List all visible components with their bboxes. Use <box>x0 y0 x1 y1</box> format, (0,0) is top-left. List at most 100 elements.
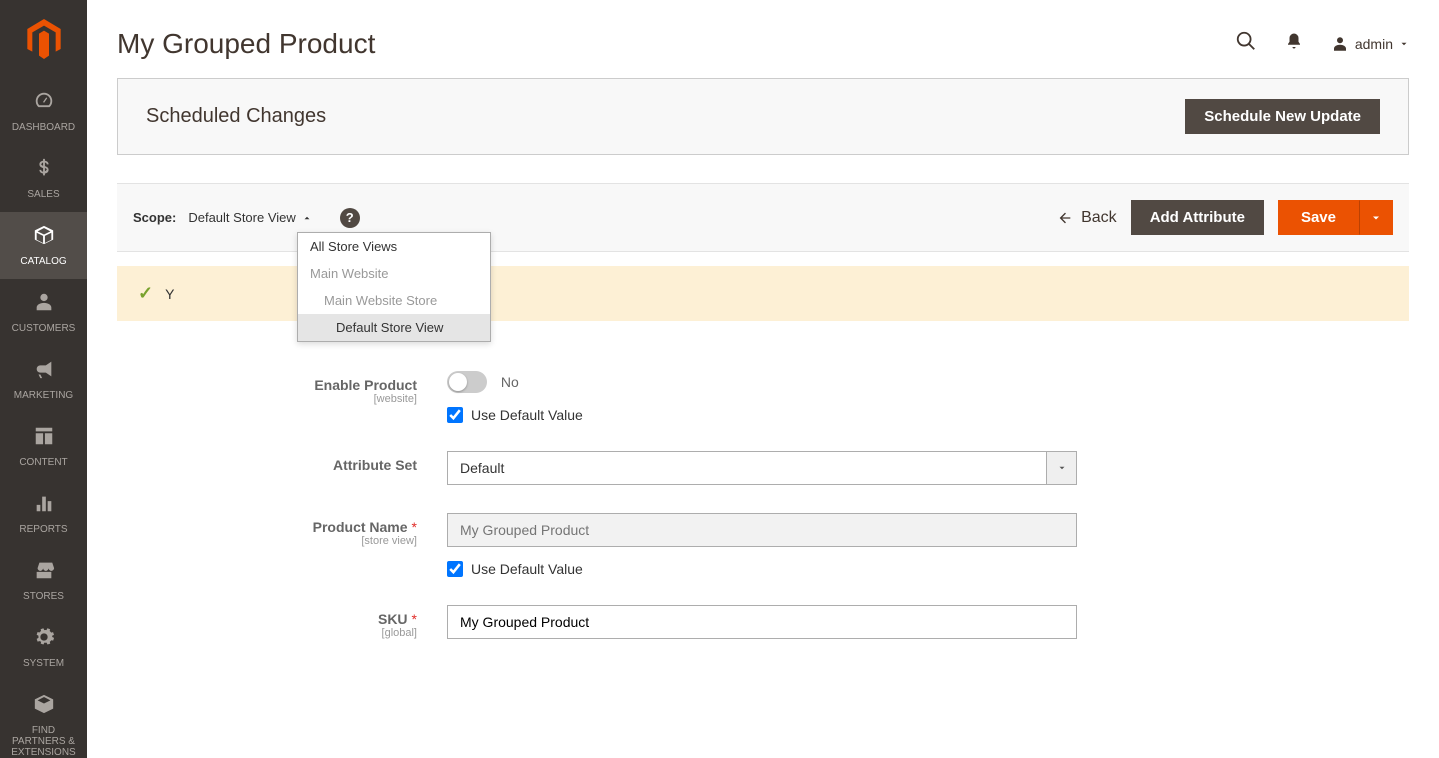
notifications-button[interactable] <box>1285 32 1303 56</box>
sidebar-item-system[interactable]: SYSTEM <box>0 614 87 681</box>
chevron-up-icon <box>302 213 312 223</box>
scope-option-all[interactable]: All Store Views <box>298 233 490 260</box>
use-default-row: Use Default Value <box>447 407 1077 423</box>
field-scope: [store view] <box>117 535 417 547</box>
dashboard-icon <box>33 90 55 118</box>
search-icon <box>1235 30 1257 52</box>
field-enable-product: Enable Product [website] No Use Default … <box>117 371 1217 423</box>
sidebar-item-marketing[interactable]: MARKETING <box>0 346 87 413</box>
back-label: Back <box>1081 209 1117 227</box>
stores-icon <box>33 559 55 587</box>
control-wrap: Use Default Value <box>447 513 1077 577</box>
use-default-row: Use Default Value <box>447 561 1077 577</box>
banner-text: Y <box>165 286 174 302</box>
scope-dropdown: All Store Views Main Website Main Websit… <box>297 232 491 342</box>
control-wrap <box>447 605 1077 639</box>
scope-selector[interactable]: Default Store View <box>188 210 311 225</box>
partners-icon <box>33 693 55 721</box>
field-label: Enable Product <box>314 377 417 393</box>
sidebar-label: CUSTOMERS <box>12 323 76 334</box>
sidebar-label: DASHBOARD <box>12 122 75 133</box>
sidebar-item-catalog[interactable]: CATALOG <box>0 212 87 279</box>
attribute-set-select[interactable]: Default <box>447 451 1077 485</box>
scheduled-title: Scheduled Changes <box>146 105 326 128</box>
scope-option-store[interactable]: Main Website Store <box>298 287 490 314</box>
add-attribute-button[interactable]: Add Attribute <box>1131 200 1264 235</box>
save-button-group: Save <box>1278 200 1393 235</box>
chevron-down-icon <box>1399 39 1409 49</box>
bell-icon <box>1285 32 1303 50</box>
megaphone-icon <box>33 358 55 386</box>
use-default-checkbox-enable[interactable] <box>447 407 463 423</box>
action-buttons: Back Add Attribute Save <box>1057 200 1409 235</box>
user-icon <box>1331 35 1349 53</box>
admin-sidebar: DASHBOARD SALES CATALOG CUSTOMERS MARKET… <box>0 0 87 758</box>
scope-option-website[interactable]: Main Website <box>298 260 490 287</box>
chevron-down-icon <box>1370 212 1382 224</box>
scheduled-changes-panel: Scheduled Changes Schedule New Update <box>117 78 1409 155</box>
label-wrap: SKU* [global] <box>117 605 447 639</box>
field-label: Product Name <box>313 519 408 535</box>
dollar-icon <box>33 157 55 185</box>
back-link[interactable]: Back <box>1057 209 1117 227</box>
search-button[interactable] <box>1235 30 1257 58</box>
save-dropdown-toggle[interactable] <box>1359 200 1393 235</box>
schedule-new-update-button[interactable]: Schedule New Update <box>1185 99 1380 134</box>
bars-icon <box>33 492 55 520</box>
gear-icon <box>33 626 55 654</box>
sidebar-label: CONTENT <box>19 457 67 468</box>
scope-label: Scope: <box>133 210 176 225</box>
label-wrap: Attribute Set <box>117 451 447 473</box>
select-arrow[interactable] <box>1047 451 1077 485</box>
sidebar-item-sales[interactable]: SALES <box>0 145 87 212</box>
person-icon <box>33 291 55 319</box>
control-wrap: No Use Default Value <box>447 371 1077 423</box>
product-form: Enable Product [website] No Use Default … <box>117 321 1217 639</box>
scope-option-view[interactable]: Default Store View <box>298 314 490 341</box>
sidebar-label: CATALOG <box>20 256 66 267</box>
sidebar-item-dashboard[interactable]: DASHBOARD <box>0 78 87 145</box>
sidebar-item-stores[interactable]: STORES <box>0 547 87 614</box>
main-content: My Grouped Product admin Scheduled Chang… <box>87 0 1439 707</box>
user-menu[interactable]: admin <box>1331 35 1409 53</box>
required-mark: * <box>412 611 417 627</box>
use-default-label: Use Default Value <box>471 561 583 577</box>
sidebar-label: SALES <box>27 189 59 200</box>
enable-product-toggle[interactable] <box>447 371 487 393</box>
sidebar-item-customers[interactable]: CUSTOMERS <box>0 279 87 346</box>
sidebar-item-partners[interactable]: FIND PARTNERS & EXTENSIONS <box>0 681 87 758</box>
label-wrap: Enable Product [website] <box>117 371 447 405</box>
scope-wrap: Scope: Default Store View ? <box>117 208 360 228</box>
field-label: SKU <box>378 611 408 627</box>
sidebar-label: SYSTEM <box>23 658 64 669</box>
sidebar-label: STORES <box>23 591 64 602</box>
help-icon[interactable]: ? <box>340 208 360 228</box>
header-actions: admin <box>1235 30 1409 58</box>
required-mark: * <box>412 519 417 535</box>
sidebar-item-reports[interactable]: REPORTS <box>0 480 87 547</box>
toggle-value-label: No <box>501 374 519 390</box>
sidebar-item-content[interactable]: CONTENT <box>0 413 87 480</box>
save-button[interactable]: Save <box>1278 200 1359 235</box>
product-name-input[interactable] <box>447 513 1077 547</box>
field-sku: SKU* [global] <box>117 605 1217 639</box>
field-scope: [website] <box>117 393 417 405</box>
chevron-down-icon <box>1057 463 1067 473</box>
action-bar: Scope: Default Store View ? Back Add Att… <box>117 183 1409 252</box>
sidebar-label: REPORTS <box>19 524 67 535</box>
select-value: Default <box>447 451 1047 485</box>
box-icon <box>33 224 55 252</box>
sku-input[interactable] <box>447 605 1077 639</box>
field-label: Attribute Set <box>333 457 417 473</box>
arrow-left-icon <box>1057 210 1073 226</box>
sidebar-label: MARKETING <box>14 390 73 401</box>
use-default-checkbox-name[interactable] <box>447 561 463 577</box>
field-scope: [global] <box>117 627 417 639</box>
control-wrap: Default <box>447 451 1077 485</box>
field-attribute-set: Attribute Set Default <box>117 451 1217 485</box>
scope-selected-value: Default Store View <box>188 210 295 225</box>
field-product-name: Product Name* [store view] Use Default V… <box>117 513 1217 577</box>
page-header: My Grouped Product admin <box>117 0 1409 78</box>
use-default-label: Use Default Value <box>471 407 583 423</box>
magento-logo[interactable] <box>0 0 87 78</box>
